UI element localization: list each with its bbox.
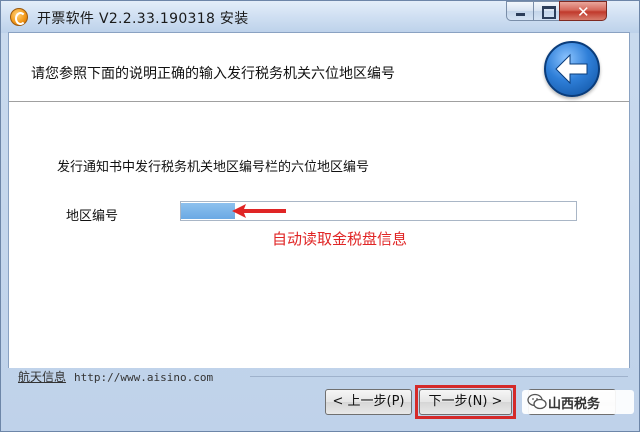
wizard-header: 请您参照下面的说明正确的输入发行税务机关六位地区编号	[9, 33, 629, 102]
region-code-label: 地区编号	[66, 209, 119, 224]
minimize-icon	[516, 13, 525, 16]
app-icon	[10, 8, 28, 26]
red-arrow-icon	[232, 204, 286, 218]
title-bar[interactable]: 开票软件 V2.2.33.190318 安装 ✕	[1, 1, 639, 33]
close-button[interactable]: ✕	[559, 1, 607, 21]
footer-url[interactable]: http://www.aisino.com	[74, 371, 213, 384]
header-instruction: 请您参照下面的说明正确的输入发行税务机关六位地区编号	[31, 66, 395, 82]
watermark: 山西税务	[522, 390, 634, 414]
previous-button[interactable]: < 上一步(P)	[325, 389, 412, 415]
footer-brand: 航天信息	[18, 370, 67, 384]
back-arrow-icon[interactable]	[544, 41, 600, 97]
maximize-icon	[542, 6, 556, 19]
watermark-text: 山西税务	[548, 397, 601, 412]
footer-divider	[250, 376, 628, 377]
next-button[interactable]: 下一步(N) >	[419, 389, 512, 415]
wizard-content: 请您参照下面的说明正确的输入发行税务机关六位地区编号	[8, 32, 630, 368]
region-code-value-redacted	[181, 203, 235, 219]
minimize-button[interactable]	[506, 1, 534, 21]
notice-text: 发行通知书中发行税务机关地区编号栏的六位地区编号	[57, 160, 370, 175]
maximize-button[interactable]	[533, 1, 560, 21]
window-title: 开票软件 V2.2.33.190318 安装	[37, 11, 249, 27]
footer-label: 航天信息 http://www.aisino.com	[18, 368, 213, 385]
wechat-icon	[527, 393, 547, 410]
close-icon: ✕	[577, 3, 590, 21]
annotation-text: 自动读取金税盘信息	[272, 230, 408, 248]
